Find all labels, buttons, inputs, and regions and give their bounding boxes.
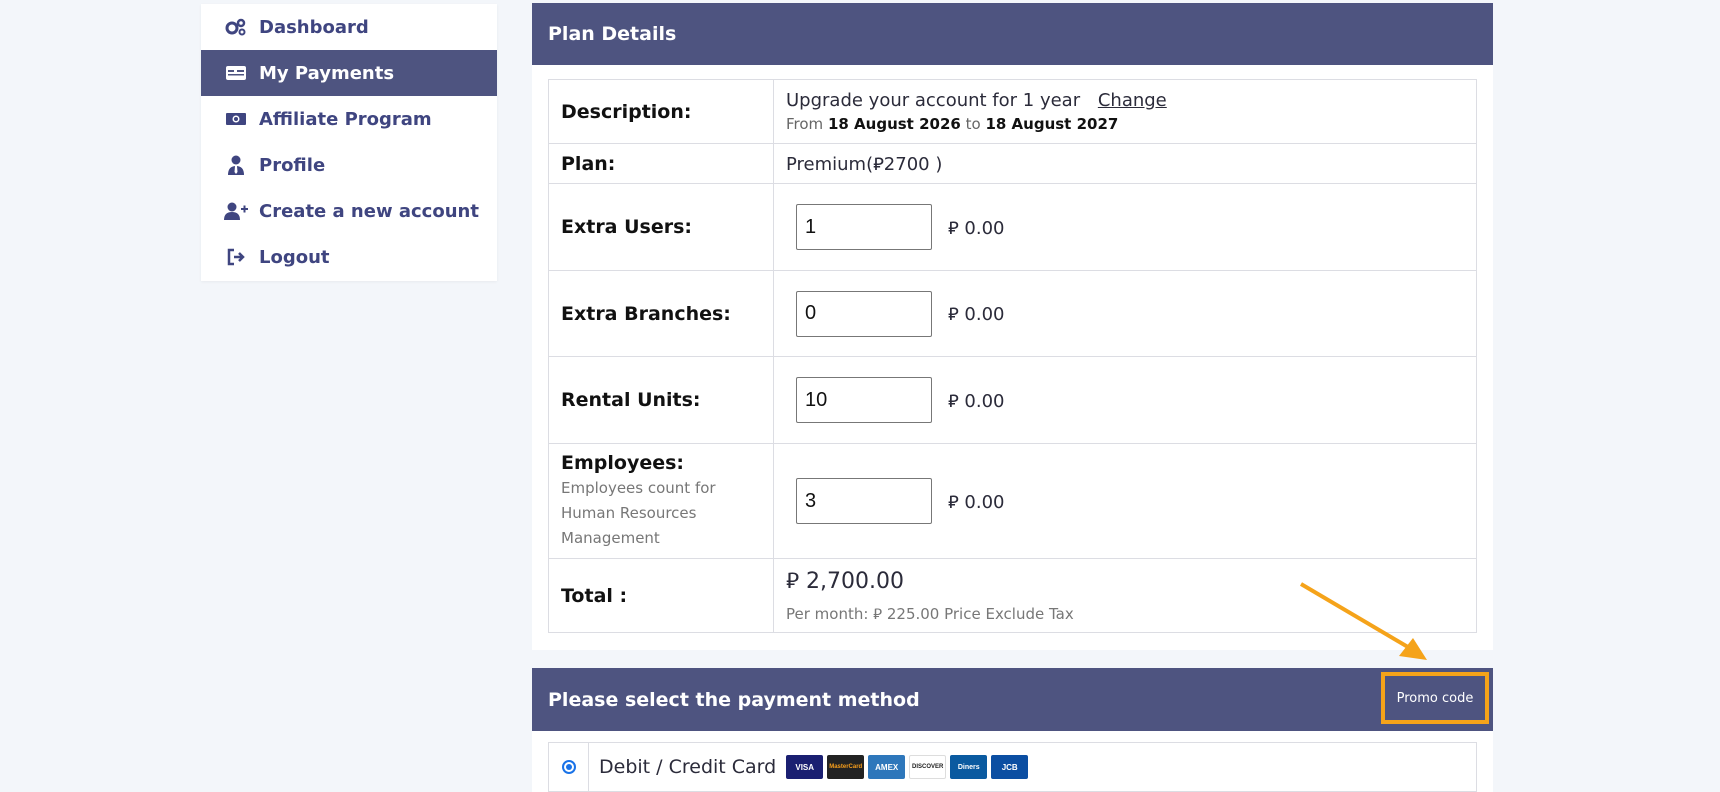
sidebar-item-create-account[interactable]: Create a new account	[201, 188, 497, 234]
sidebar-item-label: Profile	[259, 154, 326, 176]
promo-code-button[interactable]: Promo code	[1381, 672, 1489, 724]
sidebar-item-label: Logout	[259, 246, 330, 268]
gears-icon	[223, 17, 249, 37]
sidebar-item-profile[interactable]: Profile	[201, 142, 497, 188]
extra-branches-price: ⃁ 0.00	[948, 304, 1005, 325]
employees-note: Employees count for Human Resources Mana…	[561, 478, 716, 547]
description-label: Description:	[548, 79, 774, 144]
plan-details-header: Plan Details	[532, 3, 1493, 65]
total-value: ⃁ 2,700.00	[786, 569, 905, 594]
card-logos: VISA MasterCard AMEX DISCOVER Diners JCB	[786, 755, 1029, 779]
plan-details-table: Description: Upgrade your account for 1 …	[548, 79, 1477, 633]
payment-method-header: Please select the payment method Promo c…	[532, 668, 1493, 731]
employees-label: Employees:	[561, 451, 685, 474]
user-plus-icon	[223, 201, 249, 221]
payment-option-label: Debit / Credit Card	[599, 756, 777, 778]
table-row: Plan: Premium(⃁2700 )	[548, 143, 1477, 184]
jcb-icon: JCB	[991, 755, 1029, 779]
mastercard-icon: MasterCard	[827, 755, 865, 779]
extra-users-price: ⃁ 0.00	[948, 217, 1005, 239]
sidebar-item-label: My Payments	[259, 62, 395, 84]
payment-option-card[interactable]: Debit / Credit Card VISA MasterCard AMEX…	[548, 742, 1477, 792]
description-value: Upgrade your account for 1 year	[786, 90, 1081, 111]
sidebar-item-my-payments[interactable]: My Payments	[201, 50, 497, 96]
extra-branches-input[interactable]	[796, 290, 932, 337]
table-row: Total : ⃁ 2,700.00 Per month: ⃁ 225.00 P…	[548, 558, 1477, 633]
diners-icon: Diners	[950, 755, 988, 779]
employees-price: ⃁ 0.00	[948, 491, 1005, 513]
rental-units-label: Rental Units:	[548, 356, 774, 444]
discover-icon: DISCOVER	[909, 755, 947, 779]
description-cell: Upgrade your account for 1 year Change F…	[773, 79, 1477, 144]
table-row: Extra Users: ⃁ 0.00	[548, 183, 1477, 271]
table-row: Description: Upgrade your account for 1 …	[548, 79, 1477, 144]
total-label: Total :	[548, 558, 774, 633]
extra-users-input[interactable]	[796, 204, 932, 250]
plan-details-panel: Plan Details Description: Upgrade your a…	[532, 3, 1493, 650]
extra-branches-label: Extra Branches:	[548, 270, 774, 357]
sidebar-menu: Dashboard My Payments Affiliate Program …	[201, 4, 497, 281]
to-date: 18 August 2027	[985, 115, 1119, 133]
table-row: Employees: Employees count for Human Res…	[548, 443, 1477, 559]
payment-method-title: Please select the payment method	[548, 688, 920, 711]
extra-users-label: Extra Users:	[548, 183, 774, 271]
sidebar-item-logout[interactable]: Logout	[201, 234, 497, 280]
sidebar-item-label: Create a new account	[259, 200, 479, 222]
plan-label: Plan:	[548, 143, 774, 184]
amex-icon: AMEX	[868, 755, 906, 779]
sidebar-item-dashboard[interactable]: Dashboard	[201, 4, 497, 50]
employees-input[interactable]	[796, 478, 932, 524]
table-row: Rental Units: ⃁ 0.00	[548, 356, 1477, 444]
visa-icon: VISA	[786, 755, 824, 779]
card-radio-button[interactable]	[561, 760, 576, 774]
payment-method-panel: Please select the payment method Promo c…	[532, 668, 1493, 792]
date-range: From 18 August 2026 to 18 August 2027	[786, 115, 1119, 133]
money-icon	[223, 109, 249, 129]
sign-out-icon	[223, 247, 249, 267]
change-plan-link[interactable]: Change	[1098, 90, 1167, 111]
plan-value: Premium(⃁2700 )	[773, 143, 1477, 184]
rental-units-input[interactable]	[796, 377, 932, 423]
sidebar-item-affiliate-program[interactable]: Affiliate Program	[201, 96, 497, 142]
payment-card-icon	[223, 63, 249, 83]
sidebar-item-label: Affiliate Program	[259, 108, 432, 130]
per-month-price: Per month: ⃁ 225.00 Price Exclude Tax	[786, 605, 1074, 623]
sidebar-item-label: Dashboard	[259, 16, 369, 38]
from-date: 18 August 2026	[827, 115, 961, 133]
table-row: Extra Branches: ⃁ 0.00	[548, 270, 1477, 357]
user-tie-icon	[223, 155, 249, 175]
rental-units-price: ⃁ 0.00	[948, 390, 1005, 412]
